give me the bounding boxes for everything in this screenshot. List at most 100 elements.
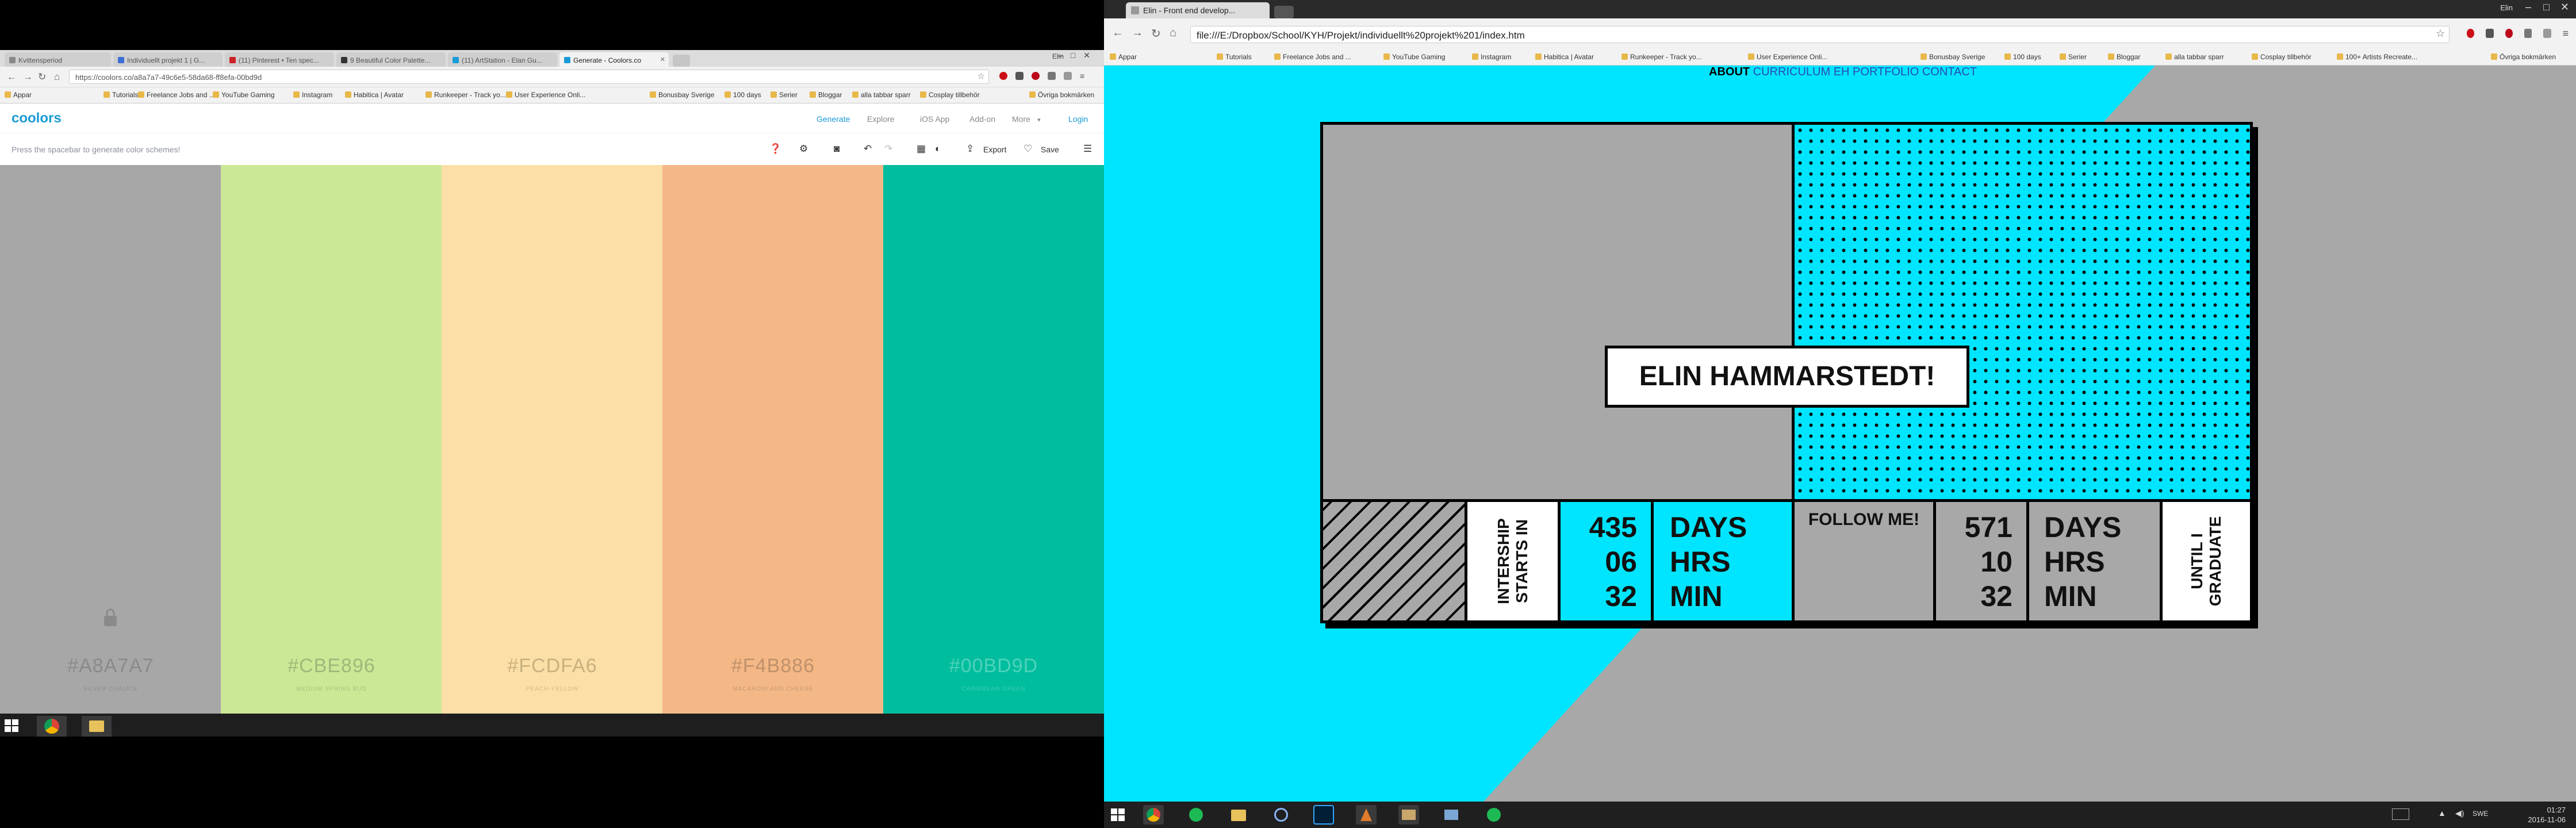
swatch-4[interactable]: #F4B886 Macaroni and Cheese [662,165,884,714]
nav-add-on[interactable]: Add-on [969,114,995,124]
reload-icon[interactable]: ↻ [1151,26,1161,41]
close-icon[interactable]: ✕ [2560,1,2569,13]
bookmark[interactable]: YouTube Gaming [213,91,275,99]
star-icon[interactable]: ☆ [2436,28,2445,40]
extension-icon[interactable] [1064,72,1072,80]
bookmark[interactable]: Cosplay tillbehör [2252,53,2312,61]
bookmark[interactable]: Runkeeper - Track yo... [1621,53,1702,61]
back-icon[interactable]: ← [7,71,17,83]
windows-start-icon[interactable] [1111,808,1125,821]
bookmark[interactable]: Tutorials [103,91,139,99]
bookmark[interactable]: Bloggar [2108,53,2140,61]
folder-icon[interactable] [1228,805,1249,825]
nav-login[interactable]: Login [1068,114,1088,124]
camera-icon[interactable]: ◙ [834,143,839,155]
settings-icon[interactable]: ⚙ [799,143,808,155]
star-icon[interactable]: ☆ [977,71,985,81]
menu-icon[interactable]: ≡ [1080,72,1088,80]
swatch-3[interactable]: #FCDFA6 Peach-Yellow [442,165,663,714]
extension-icon[interactable] [1048,72,1056,80]
redo-icon[interactable]: ↷ [884,143,892,155]
pinterest-icon[interactable] [2505,29,2513,38]
menu-icon[interactable]: ≡ [2563,28,2570,39]
swatch-5[interactable]: #00BD9D Caribbean Green [883,165,1104,714]
follow-tile[interactable]: FOLLOW ME! [1795,502,1936,620]
bookmark[interactable]: Runkeeper - Track yo... [425,91,506,99]
nav-explore[interactable]: Explore [867,114,894,124]
back-icon[interactable]: ← [1112,26,1124,40]
bookmark[interactable]: Freelance Jobs and ... [1274,53,1351,61]
tab-individuellt[interactable]: Individuellt projekt 1 | G... [113,52,223,67]
bookmark[interactable]: Bloggar [810,91,842,99]
bookmark[interactable]: alla tabbar sparr [2165,53,2224,61]
hex-code[interactable]: #00BD9D [883,655,1104,677]
coolors-logo[interactable]: coolors [12,110,62,126]
save-button[interactable]: Save [1041,145,1059,154]
bookmark[interactable]: Habitica | Avatar [1535,53,1594,61]
menu-icon[interactable]: ☰ [1083,143,1092,155]
bookmark[interactable]: alla tabbar sparr [852,91,911,99]
app-icon[interactable] [1356,805,1377,825]
profile-name[interactable]: Elin [2500,3,2513,12]
minimize-icon[interactable]: – [2525,1,2531,13]
bookmark[interactable]: 100 days [2004,53,2041,61]
tab-artstation[interactable]: (11) ArtStation - Elan Gu... [448,52,557,67]
nav-eh[interactable]: EH [1834,66,1850,78]
language-indicator[interactable]: SWE [2472,810,2488,818]
extension-icon[interactable] [2486,29,2494,38]
bookmark[interactable]: YouTube Gaming [1383,53,1446,61]
extension-icons[interactable]: ≡ [999,72,1097,82]
nav-more[interactable]: More [1012,114,1030,124]
tab-color-palette[interactable]: 9 Beautiful Color Palette... [336,52,446,67]
keyboard-icon[interactable] [2392,808,2409,820]
bookmark[interactable]: Habitica | Avatar [345,91,404,99]
photoshop-icon[interactable] [1313,805,1334,825]
bookmark[interactable]: Serier [2060,53,2087,61]
undo-icon[interactable]: ↶ [864,143,872,155]
bookmark[interactable]: Tutorials [1217,53,1252,61]
grid-icon[interactable]: ▦ [917,143,926,155]
nav-ios-app[interactable]: iOS App [920,114,949,124]
hex-code[interactable]: #F4B886 [662,655,884,677]
reload-icon[interactable]: ↻ [38,71,46,83]
swatch-1[interactable]: #A8A7A7 Silver Chalice [0,165,221,714]
close-icon[interactable]: ✕ [660,56,665,63]
share-icon[interactable]: ⇪ [966,143,974,155]
forward-icon[interactable]: → [23,71,33,83]
opera-icon[interactable] [999,72,1007,80]
bookmark[interactable]: Instagram [1472,53,1511,61]
swatch-2[interactable]: #CBE896 Medium Spring Bud [221,165,442,714]
url-field[interactable]: https://coolors.co/a8a7a7-49c6e5-58da68-… [69,70,989,84]
nav-portfolio[interactable]: PORTFOLIO [1853,66,1919,78]
hex-code[interactable]: #FCDFA6 [442,655,663,677]
extension-icon[interactable] [2524,29,2532,38]
hex-code[interactable]: #A8A7A7 [0,655,221,677]
tab-coolors[interactable]: Generate - Coolors.co ✕ [559,52,669,67]
spotify-icon[interactable] [1483,805,1504,825]
taskbar-explorer[interactable] [82,716,112,737]
network-icon[interactable]: ▲ [2438,808,2446,818]
url-field[interactable]: file:///E:/Dropbox/School/KYH/Projekt/in… [1190,26,2450,43]
bookmark[interactable]: Instagram [293,91,332,99]
heart-icon[interactable]: ♡ [1023,143,1032,155]
bookmark[interactable]: Serier [770,91,798,99]
new-tab-button[interactable] [1274,6,1294,18]
photos-icon[interactable] [1441,805,1462,825]
bookmark[interactable]: User Experience Onli... [506,91,585,99]
window-controls[interactable]: –□✕ [1058,51,1098,60]
tab-portfolio[interactable]: Elin - Front end develop... [1126,2,1270,18]
bookmark[interactable]: Appar [5,91,32,99]
volume-icon[interactable]: ◀) [2455,808,2464,818]
bookmark[interactable]: 100 days [724,91,761,99]
new-tab-button[interactable] [673,55,690,67]
windows-start-icon[interactable] [5,719,18,732]
opera-icon[interactable] [2467,29,2475,38]
hex-code[interactable]: #CBE896 [221,655,442,677]
contrast-icon[interactable]: ◐ [935,143,941,155]
bookmark[interactable]: Freelance Jobs and ... [138,91,215,99]
chrome-icon[interactable] [1143,805,1164,825]
home-icon[interactable]: ⌂ [1170,26,1176,40]
export-button[interactable]: Export [983,145,1006,154]
nav-about[interactable]: ABOUT [1709,66,1750,78]
extension-icon[interactable] [2543,29,2551,38]
